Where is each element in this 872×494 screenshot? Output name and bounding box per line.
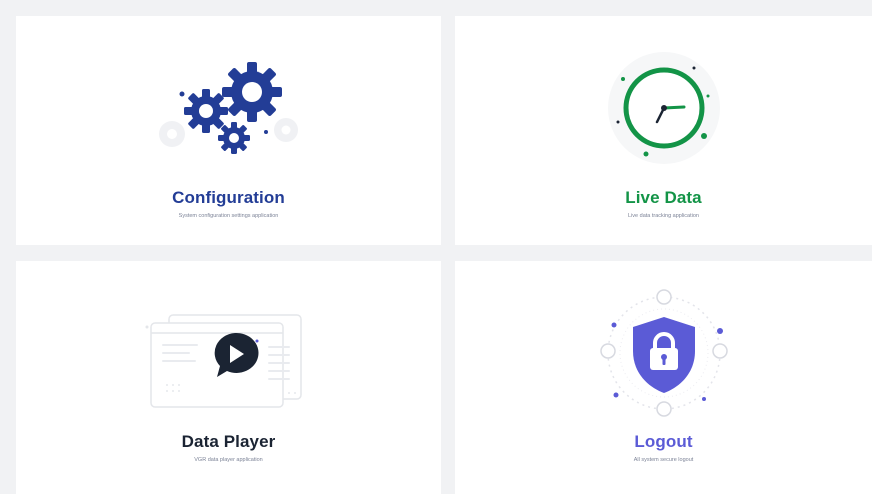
live-data-tile[interactable]: Live Data Live data tracking application <box>455 16 872 245</box>
data-player-illustration <box>16 297 441 409</box>
data-player-title: Data Player <box>181 432 276 451</box>
logout-subtitle: All system secure logout <box>633 457 694 463</box>
configuration-title: Configuration <box>172 188 285 207</box>
data-player-subtitle: VGR data player application <box>194 457 263 463</box>
logout-tile[interactable]: Logout All system secure logout <box>455 261 872 494</box>
live-data-subtitle: Live data tracking application <box>628 213 699 219</box>
logout-title: Logout <box>634 432 693 451</box>
clock-icon <box>607 52 720 164</box>
shield-lock-icon <box>599 289 728 417</box>
gears-icon <box>158 62 298 154</box>
video-player-icon <box>145 314 302 408</box>
live-data-illustration <box>455 52 872 172</box>
live-data-title: Live Data <box>625 188 702 207</box>
logout-illustration <box>455 287 872 417</box>
configuration-subtitle: System configuration settings applicatio… <box>178 213 279 219</box>
configuration-tile[interactable]: Configuration System configuration setti… <box>16 16 441 245</box>
configuration-illustration <box>16 56 441 176</box>
data-player-tile[interactable]: Data Player VGR data player application <box>16 261 441 494</box>
